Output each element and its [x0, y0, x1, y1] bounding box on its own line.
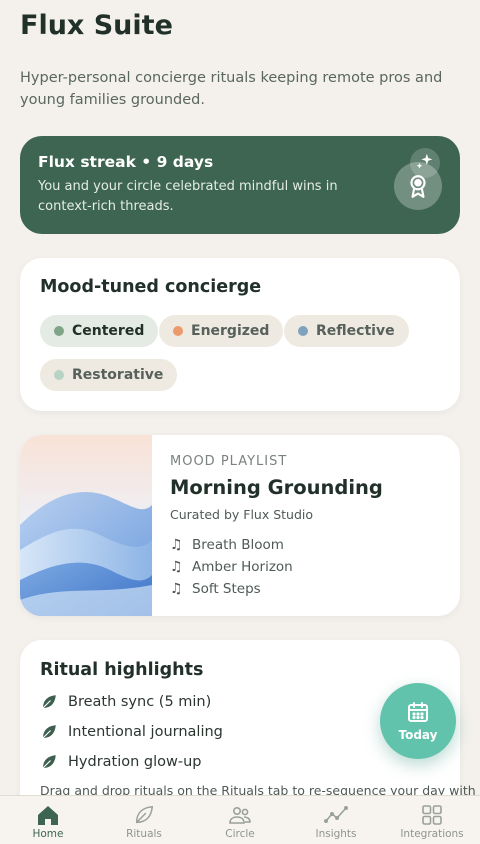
app-subtitle: Hyper-personal concierge rituals keeping… — [20, 70, 443, 108]
playlist-artwork — [20, 435, 152, 616]
people-icon — [229, 806, 251, 824]
ritual-item[interactable]: Intentional journaling — [40, 723, 223, 741]
tab-label: Circle — [225, 828, 255, 840]
tab-home[interactable]: Home — [0, 796, 96, 844]
track-item[interactable]: ♫ Breath Bloom — [170, 537, 284, 553]
tab-label: Rituals — [126, 828, 162, 840]
mood-chip-centered[interactable]: Centered — [40, 315, 159, 347]
music-note-icon: ♫ — [170, 559, 183, 575]
music-note-icon: ♫ — [170, 537, 183, 553]
mood-chip-label: Energized — [191, 323, 270, 339]
app-title: Flux Suite — [20, 10, 173, 41]
chart-line-icon — [324, 805, 348, 823]
ritual-label: Hydration glow-up — [68, 754, 202, 770]
mood-dot — [298, 326, 308, 336]
tab-label: Integrations — [400, 828, 464, 840]
track-item[interactable]: ♫ Soft Steps — [170, 581, 261, 597]
mood-chip-label: Restorative — [72, 367, 164, 383]
music-note-icon: ♫ — [170, 581, 183, 597]
track-title: Amber Horizon — [192, 559, 293, 575]
mood-chip-energized[interactable]: Energized — [159, 315, 284, 347]
tab-integrations[interactable]: Integrations — [384, 796, 480, 844]
calendar-icon — [408, 702, 428, 722]
today-fab-label: Today — [398, 728, 438, 742]
main-scroll[interactable]: Flux Suite Hyper-personal concierge ritu… — [0, 0, 480, 795]
mood-chip-label: Centered — [72, 323, 145, 339]
tab-rituals[interactable]: Rituals — [96, 796, 192, 844]
ritual-note: Drag and drop rituals on the Rituals tab… — [40, 783, 476, 795]
leaf-icon — [42, 695, 56, 709]
home-icon — [38, 806, 58, 825]
mood-dot — [173, 326, 183, 336]
today-fab-button[interactable]: Today — [380, 683, 456, 759]
ritual-label: Breath sync (5 min) — [68, 694, 212, 710]
mood-chip-label: Reflective — [316, 323, 395, 339]
ritual-item[interactable]: Hydration glow-up — [40, 753, 202, 771]
leaf-icon — [135, 805, 154, 824]
streak-banner[interactable]: Flux streak • 9 days You and your circle… — [20, 136, 460, 234]
ritual-item[interactable]: Breath sync (5 min) — [40, 693, 211, 711]
streak-text: You and your circle celebrated mindful w… — [38, 179, 338, 214]
streak-title: Flux streak • 9 days — [38, 153, 214, 171]
bottom-tab-bar: Home Rituals Circle Insights Integration… — [0, 795, 480, 844]
track-title: Breath Bloom — [192, 537, 284, 553]
mood-dot — [54, 370, 64, 380]
award-icon — [394, 162, 442, 210]
tab-label: Home — [32, 828, 64, 840]
mood-concierge-card: Mood-tuned concierge Centered Energized … — [20, 258, 460, 411]
grid-icon — [422, 805, 442, 825]
mood-playlist-card[interactable]: MOOD PLAYLIST Morning Grounding Curated … — [20, 435, 460, 616]
tab-insights[interactable]: Insights — [288, 796, 384, 844]
tab-circle[interactable]: Circle — [192, 796, 288, 844]
mood-dot — [54, 326, 64, 336]
mood-heading: Mood-tuned concierge — [40, 277, 262, 297]
playlist-title: Morning Grounding — [170, 476, 383, 499]
track-item[interactable]: ♫ Amber Horizon — [170, 559, 293, 575]
ritual-heading: Ritual highlights — [40, 660, 204, 680]
mood-chip-restorative[interactable]: Restorative — [40, 359, 178, 391]
leaf-icon — [42, 755, 56, 769]
track-title: Soft Steps — [192, 581, 261, 597]
ritual-label: Intentional journaling — [68, 724, 223, 740]
leaf-icon — [42, 725, 56, 739]
tab-label: Insights — [315, 828, 357, 840]
mood-chip-reflective[interactable]: Reflective — [284, 315, 409, 347]
playlist-eyebrow: MOOD PLAYLIST — [170, 454, 288, 469]
playlist-curator: Curated by Flux Studio — [170, 507, 314, 522]
